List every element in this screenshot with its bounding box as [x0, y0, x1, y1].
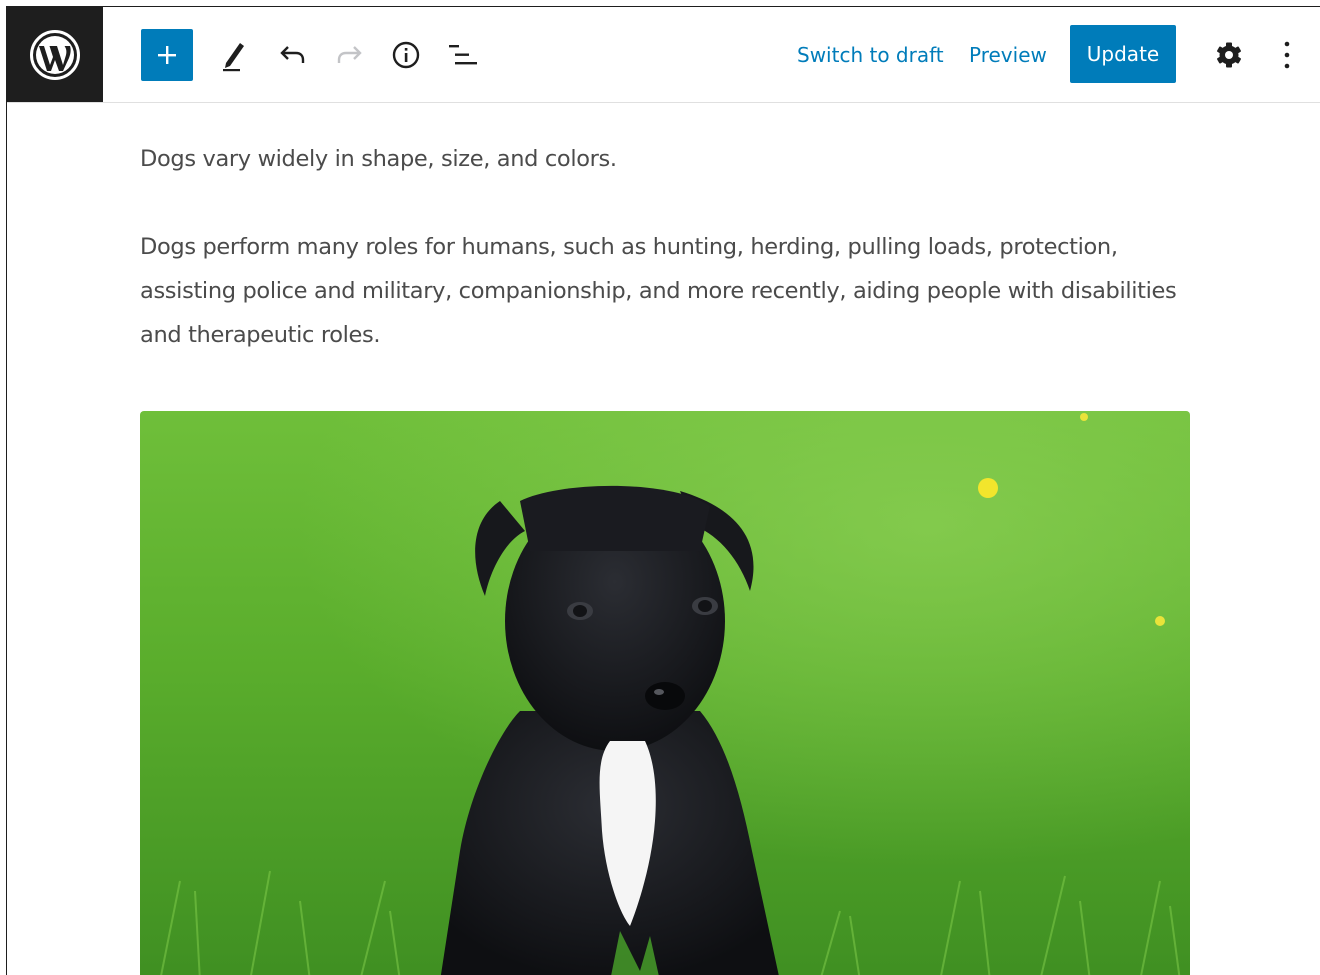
more-vertical-icon — [1284, 41, 1290, 69]
preview-button[interactable]: Preview — [969, 37, 1047, 73]
tools-button[interactable] — [213, 33, 257, 77]
switch-to-draft-button[interactable]: Switch to draft — [797, 37, 944, 73]
image-block[interactable] — [140, 411, 1190, 975]
paragraph-block[interactable]: Dogs perform many roles for humans, such… — [140, 225, 1190, 357]
add-block-button[interactable] — [141, 29, 193, 81]
redo-button[interactable] — [327, 33, 371, 77]
info-icon — [392, 41, 420, 69]
editor-header: Switch to draft Preview Update — [7, 7, 1320, 103]
gear-icon — [1217, 42, 1241, 68]
list-view-button[interactable] — [441, 33, 485, 77]
paragraph-block[interactable]: Dogs vary widely in shape, size, and col… — [140, 137, 1190, 181]
puppy-image — [140, 411, 1190, 975]
undo-icon — [280, 46, 305, 63]
wordpress-logo[interactable] — [7, 7, 103, 102]
settings-button[interactable] — [1207, 33, 1251, 77]
details-button[interactable] — [384, 33, 428, 77]
more-options-button[interactable] — [1265, 33, 1309, 77]
undo-button[interactable] — [271, 33, 315, 77]
update-button[interactable]: Update — [1070, 25, 1176, 83]
post-content: Dogs vary widely in shape, size, and col… — [140, 137, 1190, 357]
redo-icon — [337, 46, 362, 63]
plus-icon — [158, 46, 176, 64]
list-view-icon — [449, 45, 477, 65]
wordpress-icon — [30, 29, 80, 80]
pencil-icon — [223, 43, 244, 72]
editor-frame: Switch to draft Preview Update Dogs vary… — [6, 6, 1320, 975]
